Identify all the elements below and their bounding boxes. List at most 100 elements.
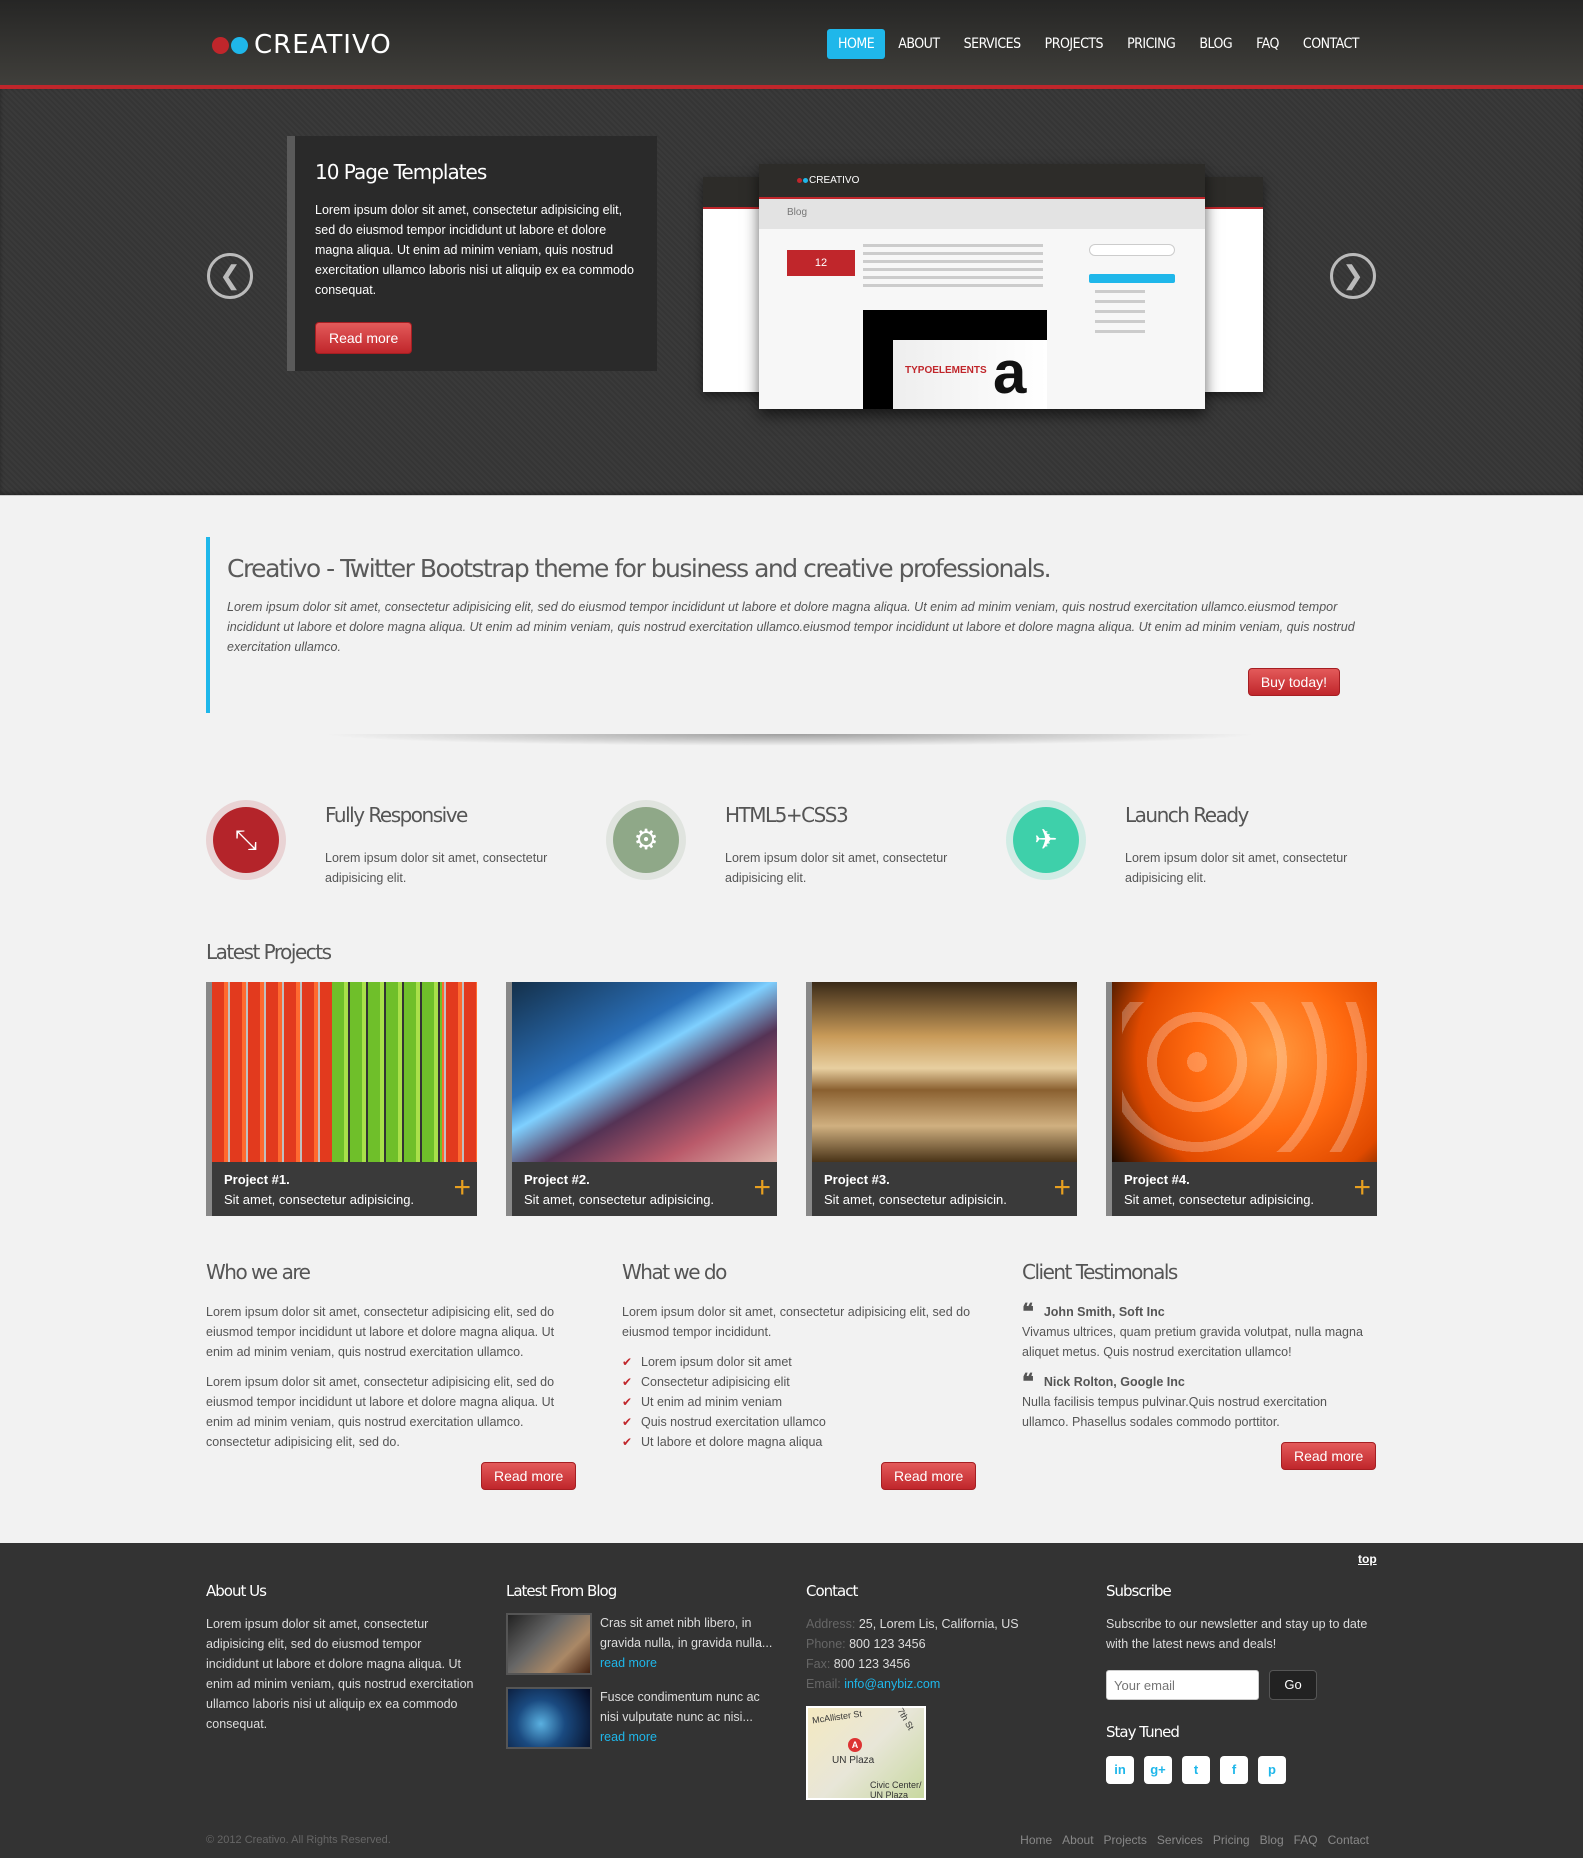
- hero-slider: ❮ 10 Page Templates Lorem ipsum dolor si…: [0, 89, 1583, 496]
- project-card[interactable]: Project #4. Sit amet, consectetur adipisi…: [1106, 982, 1377, 1216]
- nav-projects[interactable]: PROJECTS: [1034, 29, 1114, 59]
- chevron-right-icon[interactable]: ❯: [1330, 253, 1376, 299]
- project-card[interactable]: Project #3. Sit amet, consectetur adipisi…: [806, 982, 1077, 1216]
- plus-icon[interactable]: +: [1053, 1173, 1071, 1203]
- footer-blog-title: Latest From Blog: [506, 1582, 617, 1600]
- footer-nav: Home About Projects Services Pricing Blo…: [1020, 1830, 1369, 1850]
- email-input[interactable]: [1106, 1670, 1259, 1700]
- project-image: [512, 982, 777, 1162]
- mock-page-title: Blog: [759, 199, 1205, 229]
- logo-text: CREATIVO: [254, 30, 392, 60]
- gears-icon: ⚙: [613, 807, 679, 873]
- list-item: ✔ Consectetur adipisicing elit: [622, 1372, 982, 1392]
- feature-title: Fully Responsive: [325, 803, 468, 827]
- project-image: [212, 982, 477, 1162]
- project-card[interactable]: Project #1. Sit amet, consectetur adipisi…: [206, 982, 477, 1216]
- project-desc: Sit amet, consectetur adipisicing.: [224, 1192, 415, 1207]
- feature-title: HTML5+CSS3: [725, 803, 849, 827]
- footer-about: Lorem ipsum dolor sit amet, consectetur …: [206, 1614, 476, 1734]
- copyright: © 2012 Creativo. All Rights Reserved.: [206, 1834, 391, 1846]
- blog-item-text: Fusce condimentum nunc ac nisi vulputate…: [600, 1690, 760, 1724]
- project-desc: Sit amet, consectetur adipisicing.: [524, 1192, 715, 1207]
- nav-blog[interactable]: BLOG: [1188, 29, 1243, 59]
- site-footer: top About Us Lorem ipsum dolor sit amet,…: [0, 1543, 1583, 1858]
- slide-read-more-button[interactable]: Read more: [315, 322, 413, 354]
- list-item: ✔ Ut enim ad minim veniam: [622, 1392, 982, 1412]
- plus-icon[interactable]: +: [453, 1173, 471, 1203]
- chevron-left-icon[interactable]: ❮: [207, 253, 253, 299]
- footer-nav-faq[interactable]: FAQ: [1294, 1830, 1318, 1850]
- footer-nav-services[interactable]: Services: [1157, 1830, 1203, 1850]
- nav-faq[interactable]: FAQ: [1245, 29, 1290, 59]
- testimonials: ❝ John Smith, Soft Inc Vivamus ultrices, …: [1022, 1301, 1376, 1432]
- map-pin-icon: A: [848, 1738, 862, 1752]
- what-read-more-button[interactable]: Read more: [881, 1462, 977, 1490]
- buy-today-button[interactable]: Buy today!: [1247, 668, 1340, 696]
- google-plus-icon[interactable]: g+: [1144, 1756, 1172, 1784]
- nav-pricing[interactable]: PRICING: [1116, 29, 1186, 59]
- project-image: [1112, 982, 1377, 1162]
- blog-item[interactable]: Cras sit amet nibh libero, in gravida nu…: [506, 1613, 776, 1675]
- nav-contact[interactable]: CONTACT: [1292, 29, 1370, 59]
- project-card[interactable]: Project #2. Sit amet, consectetur adipisi…: [506, 982, 777, 1216]
- mock-post-image: TYPOELEMENTS a: [863, 310, 1047, 409]
- mock-sidebar: [1089, 244, 1175, 340]
- divider-shadow: [320, 734, 1260, 746]
- facebook-icon[interactable]: f: [1220, 1756, 1248, 1784]
- pinterest-icon[interactable]: p: [1258, 1756, 1286, 1784]
- subscribe-text: Subscribe to our newsletter and stay up …: [1106, 1617, 1368, 1651]
- mock-date: 12: [787, 250, 855, 276]
- list-item: ✔ Quis nostrud exercitation ullamco: [622, 1412, 982, 1432]
- plus-icon[interactable]: +: [753, 1173, 771, 1203]
- footer-nav-pricing[interactable]: Pricing: [1213, 1830, 1250, 1850]
- project-desc: Sit amet, consectetur adipisicing.: [1124, 1192, 1315, 1207]
- check-icon: ✔: [622, 1415, 633, 1429]
- footer-about-text: Lorem ipsum dolor sit amet, consectetur …: [206, 1617, 474, 1731]
- quote-icon: ❝: [1022, 1369, 1034, 1395]
- slide-text: Lorem ipsum dolor sit amet, consectetur …: [315, 203, 634, 297]
- back-to-top-link[interactable]: top: [1358, 1549, 1377, 1569]
- site-header: CREATIVO HOME ABOUT SERVICES PROJECTS PR…: [0, 0, 1583, 89]
- project-name: Project #4.: [1124, 1172, 1190, 1187]
- footer-nav-projects[interactable]: Projects: [1104, 1830, 1147, 1850]
- testimonials-title: Client Testimonals: [1022, 1260, 1178, 1284]
- logo[interactable]: CREATIVO: [212, 30, 392, 60]
- latest-projects-title: Latest Projects: [206, 940, 332, 964]
- nav-home[interactable]: HOME: [827, 29, 886, 59]
- twitter-icon[interactable]: t: [1182, 1756, 1210, 1784]
- logo-red-dot: [212, 36, 229, 54]
- intro-text: Lorem ipsum dolor sit amet, consectetur …: [227, 600, 1355, 654]
- who-read-more-button[interactable]: Read more: [481, 1462, 577, 1490]
- mock-image-text: TYPOELEMENTS: [905, 365, 987, 376]
- who-text-1: Lorem ipsum dolor sit amet, consectetur …: [206, 1305, 555, 1359]
- project-name: Project #2.: [524, 1172, 590, 1187]
- read-more-link[interactable]: read more: [600, 1730, 657, 1744]
- footer-nav-home[interactable]: Home: [1020, 1830, 1052, 1850]
- linkedin-icon[interactable]: in: [1106, 1756, 1134, 1784]
- testimonials-read-more-button[interactable]: Read more: [1281, 1442, 1377, 1470]
- blog-item[interactable]: Fusce condimentum nunc ac nisi vulputate…: [506, 1687, 776, 1749]
- intro-callout: Creativo - Twitter Bootstrap theme for b…: [206, 537, 1376, 713]
- airplane-icon: ✈: [1013, 807, 1079, 873]
- who-we-are-title: Who we are: [206, 1260, 311, 1284]
- email-link[interactable]: info@anybiz.com: [844, 1677, 940, 1691]
- contact-map[interactable]: McAllister St 7th St A UN Plaza Civic Ce…: [806, 1706, 926, 1800]
- what-we-do: Lorem ipsum dolor sit amet, consectetur …: [622, 1302, 982, 1452]
- blog-thumbnail[interactable]: [506, 1687, 592, 1749]
- mock-image-letter: a: [993, 339, 1027, 406]
- read-more-link[interactable]: read more: [600, 1656, 657, 1670]
- social-links: in g+ t f p: [1106, 1756, 1376, 1784]
- list-item: ✔ Lorem ipsum dolor sit amet: [622, 1352, 982, 1372]
- blog-thumbnail[interactable]: [506, 1613, 592, 1675]
- footer-nav-blog[interactable]: Blog: [1260, 1830, 1284, 1850]
- nav-services[interactable]: SERVICES: [953, 29, 1032, 59]
- plus-icon[interactable]: +: [1353, 1173, 1371, 1203]
- footer-nav-about[interactable]: About: [1062, 1830, 1093, 1850]
- who-text-2: Lorem ipsum dolor sit amet, consectetur …: [206, 1375, 555, 1449]
- footer-nav-contact[interactable]: Contact: [1328, 1830, 1369, 1850]
- feature-text: Lorem ipsum dolor sit amet, consectetur …: [1125, 851, 1348, 885]
- subscribe-go-button[interactable]: Go: [1269, 1670, 1317, 1700]
- nav-about[interactable]: ABOUT: [887, 29, 950, 59]
- check-icon: ✔: [622, 1375, 633, 1389]
- feature-text: Lorem ipsum dolor sit amet, consectetur …: [725, 851, 948, 885]
